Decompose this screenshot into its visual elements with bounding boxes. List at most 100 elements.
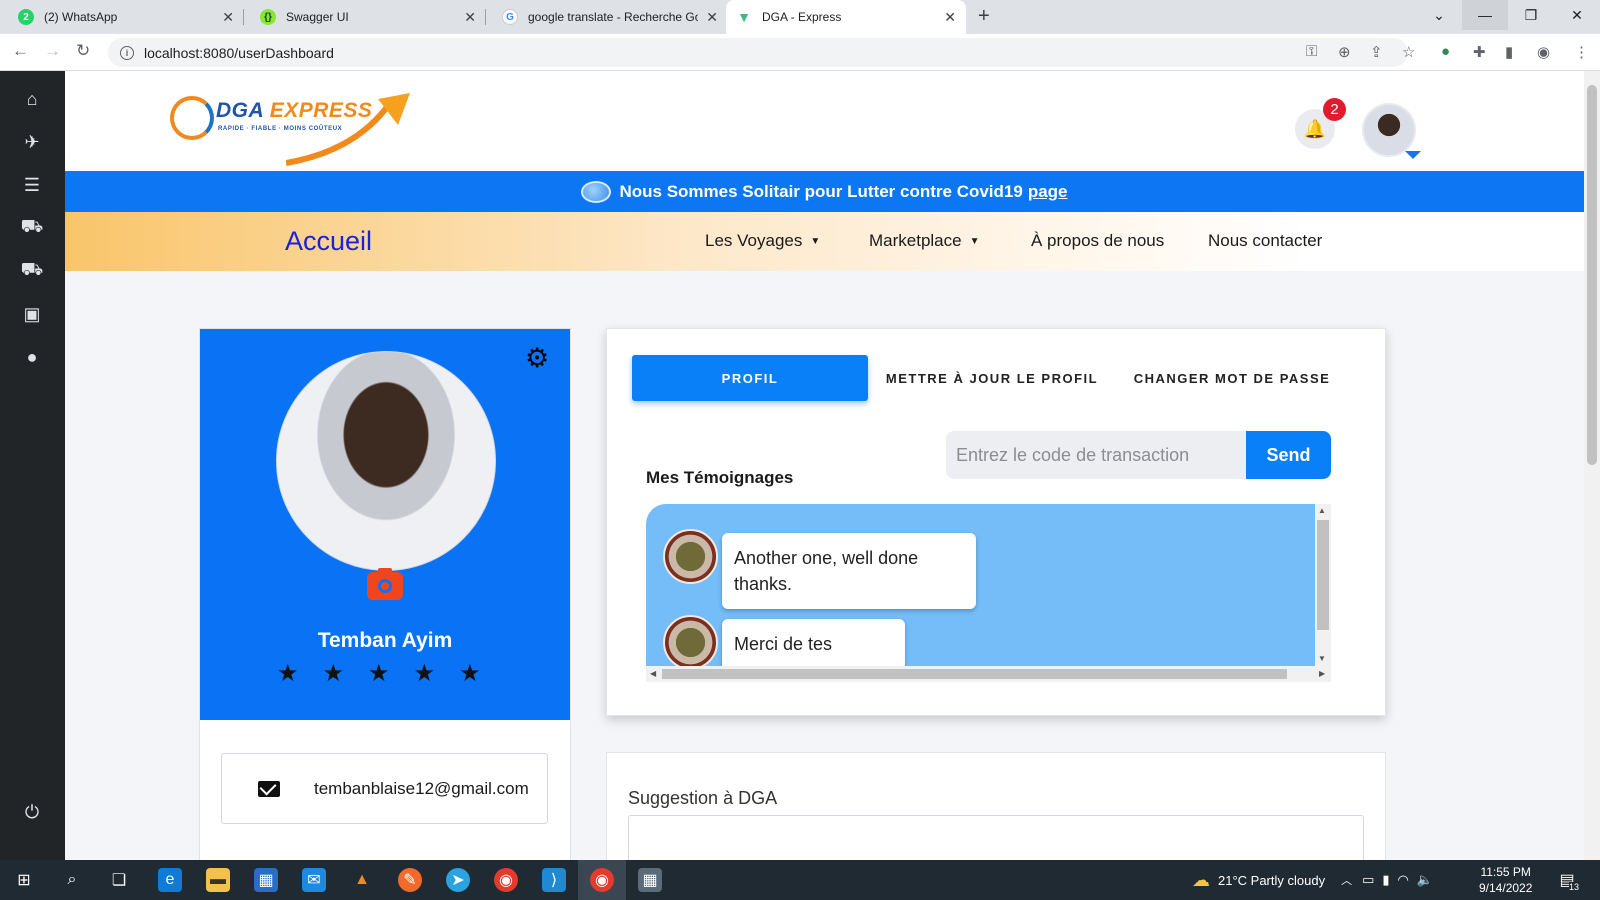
testimonials-horizontal-scrollbar[interactable]: ◀ ▶ [646,666,1331,682]
caret-down-icon: ▼ [810,236,821,247]
testimonial-item: Another one, well done thanks. [663,529,976,609]
tray-display-icon[interactable]: ▭ [1362,872,1374,888]
side-panel-icon[interactable]: ▮ [1505,43,1513,61]
telegram-icon[interactable]: ➤ [446,868,470,892]
search-icon[interactable]: ⌕ [60,868,84,892]
avatar-dropdown-icon[interactable] [1405,151,1421,159]
zoom-icon[interactable]: ⊕ [1338,43,1351,61]
suggestion-card: Suggestion à DGA [606,752,1386,860]
tray-chevron-icon[interactable]: ︿ [1341,872,1352,888]
caret-down-icon: ▼ [969,236,980,247]
testimonial-bubble: Merci de tes [722,619,905,666]
profile-name: Temban Ayim [317,629,453,652]
whatsapp-icon: 2 [18,9,34,25]
tab-change-password[interactable]: CHANGER MOT DE PASSE [1117,355,1347,401]
back-icon[interactable]: ← [12,41,29,61]
tab-dga-express[interactable]: ▼ DGA - Express ✕ [726,0,966,34]
menu-icon[interactable]: ⋮ [1574,43,1589,61]
google-icon: G [502,9,518,25]
system-tray: ☁ 21°C Partly cloudy ︿ ▭ ▮ ◠ 🔈 [1192,860,1433,900]
close-tab-icon[interactable]: ✕ [944,9,956,26]
transaction-code-input[interactable] [946,431,1246,479]
restore-icon[interactable]: ❐ [1508,0,1554,30]
file-explorer-icon[interactable]: ▬ [206,868,230,892]
list-icon[interactable]: ☰ [20,174,44,196]
wifi-icon[interactable]: ◠ [1398,872,1409,888]
calculator-icon[interactable]: ▦ [638,868,662,892]
chrome-active-icon[interactable]: ◉ [590,868,614,892]
weather-text[interactable]: 21°C Partly cloudy [1218,873,1325,888]
globe-icon [581,180,612,203]
profile-photo [276,351,496,571]
vscode-icon[interactable]: ⟩ [542,868,566,892]
testimonials-list[interactable]: Another one, well done thanks. Merci de … [646,504,1315,666]
key-icon[interactable]: ⚿ [1306,43,1317,60]
bookmark-star-icon[interactable]: ☆ [1402,43,1415,61]
chrome-icon[interactable]: ◉ [494,868,518,892]
user-avatar[interactable] [1362,103,1416,157]
banner-link[interactable]: page [1028,182,1068,202]
extension-globe-icon[interactable]: ● [1441,43,1450,60]
envelope-icon [258,780,280,797]
tab-google[interactable]: G google translate - Recherche Goo ✕ [492,0,728,34]
windows-start-icon[interactable]: ⊞ [12,868,36,892]
send-button[interactable]: Send [1246,431,1331,479]
testimonial-avatar [663,615,718,666]
settings-gear-icon[interactable]: ⚙ [525,345,549,372]
info-icon[interactable]: i [120,45,134,60]
nav-contact[interactable]: Nous contacter [1208,231,1322,251]
taskbar-clock[interactable]: 11:55 PM 9/14/2022 [1479,864,1532,896]
page-scrollbar[interactable] [1584,71,1600,860]
forward-icon[interactable]: → [44,41,61,61]
notification-count-badge: 2 [1323,98,1346,121]
close-tab-icon[interactable]: ✕ [464,9,476,26]
postman-icon[interactable]: ✎ [398,868,422,892]
windows-taskbar: ⊞ ⌕ ❏ e ▬ ▦ ✉ ▲ ✎ ➤ ◉ ⟩ ◉ ▦ ☁ 21°C Partl… [0,860,1600,900]
nav-voyages[interactable]: Les Voyages ▼ [705,231,820,251]
browser-toolbar: ← → ↻ i localhost:8080/userDashboard ⚿ ⊕… [0,34,1600,71]
logo-ring [170,96,214,140]
share-icon[interactable]: ⇪ [1370,43,1383,61]
notification-center-count: 13 [1569,882,1580,892]
suggestion-textarea[interactable] [628,815,1364,860]
mail-icon[interactable]: ✉ [302,868,326,892]
store-icon[interactable]: ▦ [254,868,278,892]
tab-whatsapp[interactable]: 2 (2) WhatsApp ✕ [8,0,244,34]
power-icon[interactable]: ⏻ [20,801,44,823]
plane-icon[interactable]: ✈ [20,131,44,153]
close-tab-icon[interactable]: ✕ [706,9,718,26]
extensions-puzzle-icon[interactable]: ✚ [1473,43,1486,61]
task-view-icon[interactable]: ❏ [107,868,131,892]
star-icon: ★ [459,660,481,687]
cart-icon[interactable]: ⛟ [20,216,44,239]
profile-icon[interactable]: ◉ [1537,43,1550,61]
nav-about[interactable]: À propos de nous [1031,231,1164,251]
tab-profil[interactable]: PROFIL [632,355,868,401]
cart-plus-icon[interactable]: ⛟ [20,259,44,282]
edge-icon[interactable]: e [158,868,182,892]
minimize-icon[interactable]: — [1462,0,1508,30]
close-window-icon[interactable]: ✕ [1554,0,1600,30]
chat-icon[interactable]: ● [20,346,44,368]
reload-icon[interactable]: ↻ [76,41,90,61]
address-bar[interactable]: i localhost:8080/userDashboard [108,38,1408,67]
page: ⌂ ✈ ☰ ⛟ ⛟ ▣ ● ⏻ DGA EXPRESS RAPIDE · FIA… [0,71,1600,860]
nav-marketplace[interactable]: Marketplace ▼ [869,231,980,251]
camera-icon[interactable] [367,568,403,600]
covid-banner: Nous Sommes Solitair pour Lutter contre … [65,171,1584,212]
email-text: tembanblaise12@gmail.com [314,778,529,798]
new-tab-icon[interactable]: + [978,5,990,28]
volume-icon[interactable]: 🔈 [1417,872,1433,888]
tray-battery-icon[interactable]: ▮ [1382,872,1389,888]
close-tab-icon[interactable]: ✕ [222,9,234,26]
tab-title: google translate - Recherche Goo [528,10,699,24]
vue-icon: ▼ [737,9,751,25]
nav-home-link[interactable]: Accueil [285,226,372,257]
money-icon[interactable]: ▣ [20,303,44,325]
vlc-icon[interactable]: ▲ [350,868,374,892]
home-icon[interactable]: ⌂ [20,88,44,110]
testimonials-vertical-scrollbar[interactable]: ▲ ▼ [1315,504,1331,666]
tab-swagger[interactable]: {} Swagger UI ✕ [250,0,486,34]
tab-search-icon[interactable]: ⌄ [1416,0,1462,30]
tab-update-profile[interactable]: METTRE À JOUR LE PROFIL [877,355,1107,401]
